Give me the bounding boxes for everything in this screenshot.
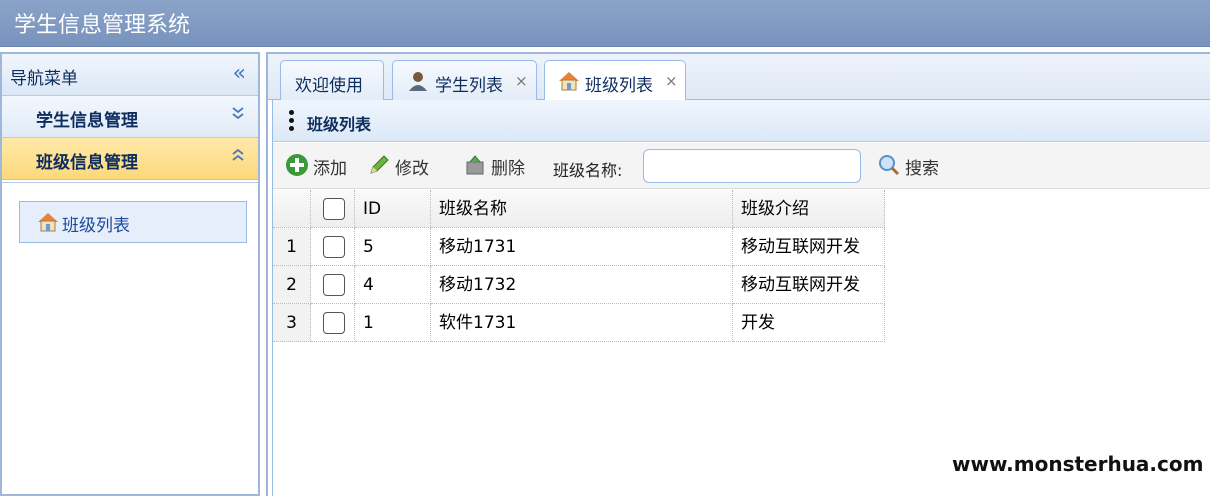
toolbar: 添加 修改 删除 班级名称: 搜索 <box>273 143 1210 189</box>
cell-id: 4 <box>355 266 431 304</box>
cell-intro: 开发 <box>733 304 885 342</box>
cell-name: 移动1731 <box>431 228 733 266</box>
row-number: 2 <box>273 266 311 304</box>
close-icon[interactable]: × <box>665 72 678 90</box>
row-checkbox[interactable] <box>323 312 345 334</box>
nav-item-label: 班级列表 <box>62 216 130 236</box>
row-checkbox[interactable] <box>323 274 345 296</box>
add-button[interactable]: 添加 <box>285 151 355 179</box>
panel-title: 班级列表 <box>307 115 372 134</box>
double-chevron-down-icon[interactable] <box>230 105 246 125</box>
nav-item-class-list[interactable]: 班级列表 <box>19 201 247 243</box>
cell-intro: 移动互联网开发 <box>733 228 885 266</box>
row-number: 3 <box>273 304 311 342</box>
row-select-cell <box>311 266 355 304</box>
accordion-class-info[interactable]: 班级信息管理 <box>2 138 258 180</box>
vertical-dots-icon <box>289 110 294 132</box>
row-select-cell <box>311 228 355 266</box>
tab-welcome[interactable]: 欢迎使用 <box>280 60 384 100</box>
select-all-checkbox[interactable] <box>323 198 345 220</box>
column-header-intro[interactable]: 班级介绍 <box>733 190 885 228</box>
accordion-label: 学生信息管理 <box>36 111 138 131</box>
delete-label: 删除 <box>491 159 525 179</box>
tab-label: 欢迎使用 <box>295 76 363 96</box>
tab-class-list[interactable]: 班级列表 × <box>544 60 686 101</box>
app-title: 学生信息管理系统 <box>14 13 191 38</box>
double-chevron-left-icon[interactable]: « <box>233 61 246 86</box>
house-icon <box>38 213 58 232</box>
tab-label: 班级列表 <box>585 76 653 96</box>
select-all-cell <box>311 190 355 228</box>
tab-student-list[interactable]: 学生列表 × <box>392 60 537 100</box>
cell-id: 5 <box>355 228 431 266</box>
class-name-input[interactable] <box>643 149 861 183</box>
top-bar: 学生信息管理系统 <box>0 0 1210 47</box>
row-number: 1 <box>273 228 311 266</box>
tab-bar: 欢迎使用 学生列表 × 班级列表 × <box>268 54 1210 101</box>
double-chevron-up-icon[interactable] <box>230 147 246 167</box>
nav-header: 导航菜单 « <box>2 54 258 96</box>
rownum-header <box>273 190 311 228</box>
edit-button[interactable]: 修改 <box>367 151 437 179</box>
panel-header: 班级列表 <box>273 100 1210 142</box>
tab-label: 学生列表 <box>435 76 503 96</box>
house-icon <box>559 72 579 91</box>
accordion-label: 班级信息管理 <box>36 153 138 173</box>
close-icon[interactable]: × <box>515 72 528 90</box>
cell-intro: 移动互联网开发 <box>733 266 885 304</box>
add-icon <box>286 154 308 176</box>
cell-name: 软件1731 <box>431 304 733 342</box>
main-area: 欢迎使用 学生列表 × 班级列表 × 班级列表 添加 修改 删除 班级名称: 搜… <box>266 52 1210 496</box>
column-header-id[interactable]: ID <box>355 190 431 228</box>
row-checkbox[interactable] <box>323 236 345 258</box>
accordion-student-info[interactable]: 学生信息管理 <box>2 96 258 138</box>
edit-label: 修改 <box>395 159 429 179</box>
nav-body: 班级列表 <box>2 182 258 494</box>
trash-icon <box>466 155 484 175</box>
pencil-icon <box>370 155 389 174</box>
cell-id: 1 <box>355 304 431 342</box>
search-label: 搜索 <box>905 159 939 179</box>
row-select-cell <box>311 304 355 342</box>
column-header-name[interactable]: 班级名称 <box>431 190 733 228</box>
search-icon <box>879 155 900 176</box>
nav-title: 导航菜单 <box>10 69 78 89</box>
class-name-label: 班级名称: <box>553 161 623 180</box>
nav-panel: 导航菜单 « 学生信息管理 班级信息管理 班级列表 <box>0 52 260 496</box>
cell-name: 移动1732 <box>431 266 733 304</box>
delete-button[interactable]: 删除 <box>463 151 533 179</box>
tab-content: 班级列表 添加 修改 删除 班级名称: 搜索 ID 班级名称 班级介绍 1 5 … <box>272 100 1210 496</box>
add-label: 添加 <box>313 159 347 179</box>
watermark: www.monsterhua.com <box>952 452 1204 476</box>
user-icon <box>409 72 427 91</box>
search-button[interactable]: 搜索 <box>877 151 957 179</box>
